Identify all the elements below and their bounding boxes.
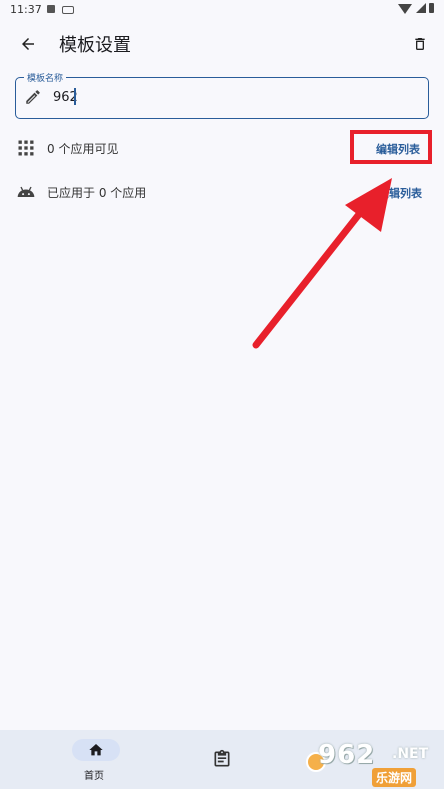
watermark-subtitle: 乐游网 bbox=[372, 768, 417, 787]
notification-icon-2 bbox=[62, 6, 74, 14]
app-bar: 模板设置 bbox=[0, 20, 444, 68]
applied-apps-label: 已应用于 0 个应用 bbox=[47, 186, 147, 200]
applied-apps-row: 已应用于 0 个应用 编辑列表 bbox=[0, 175, 444, 209]
clipboard-icon[interactable] bbox=[212, 749, 232, 769]
trash-icon bbox=[415, 38, 425, 50]
nav-home-button[interactable] bbox=[72, 739, 120, 761]
battery-icon bbox=[429, 3, 434, 13]
signal-icon bbox=[416, 3, 426, 13]
edit-list-button-2[interactable]: 编辑列表 bbox=[378, 185, 422, 201]
arrow-left-icon bbox=[22, 38, 34, 50]
status-bar: 11:37 bbox=[0, 0, 444, 20]
watermark-brand: 962 bbox=[318, 740, 376, 770]
back-button[interactable] bbox=[14, 30, 42, 58]
template-name-label: 模板名称 bbox=[24, 71, 67, 84]
text-cursor bbox=[74, 88, 76, 105]
visible-apps-label: 0 个应用可见 bbox=[47, 142, 119, 156]
wifi-icon bbox=[398, 4, 412, 14]
home-icon bbox=[89, 744, 103, 756]
watermark-tld: .NET bbox=[392, 746, 429, 762]
android-icon bbox=[17, 186, 35, 197]
delete-button[interactable] bbox=[406, 30, 434, 58]
pencil-icon bbox=[26, 90, 40, 104]
watermark-logo: 962 .NET 乐游网 bbox=[306, 740, 442, 787]
page-title: 模板设置 bbox=[59, 35, 131, 56]
grid-apps-icon bbox=[18, 140, 34, 156]
annotation-highlight-box bbox=[350, 130, 432, 164]
nav-home-label: 首页 bbox=[84, 771, 104, 782]
notification-icon bbox=[47, 5, 55, 13]
status-time: 11:37 bbox=[10, 3, 42, 16]
